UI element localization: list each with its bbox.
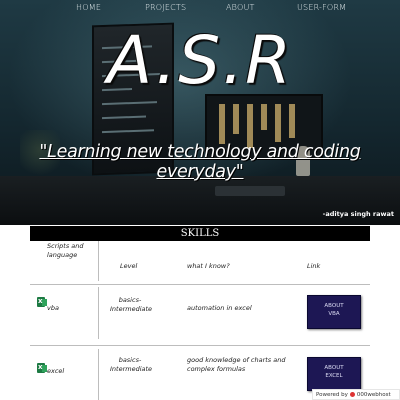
keyboard-image: [215, 186, 285, 196]
excel-icon: [37, 297, 47, 307]
skill-level: basics-Intermediate: [110, 296, 153, 313]
skills-table: Scripts and language Level what I know? …: [0, 241, 400, 400]
excel-icon: [37, 363, 47, 373]
hosting-badge[interactable]: Powered by 000webhost: [312, 389, 400, 400]
button-label: EXCEL: [325, 373, 343, 379]
skill-name: vba: [47, 304, 59, 312]
header-scripts: Scripts and language: [47, 242, 84, 259]
nav-home-link[interactable]: HOME: [76, 3, 101, 12]
hero-section: HOME PROJECTS ABOUT USER-FORM A.S.R "Lea…: [0, 0, 400, 225]
powered-by-label: Powered by: [316, 392, 348, 398]
top-nav: HOME PROJECTS ABOUT USER-FORM: [0, 0, 400, 16]
tagline: "Learning new technology and coding ever…: [39, 142, 361, 182]
nav-projects-link[interactable]: PROJECTS: [145, 3, 186, 12]
brand-label: 000webhost: [356, 392, 391, 398]
about-vba-button[interactable]: ABOUT VBA: [307, 295, 361, 329]
button-label: ABOUT: [324, 365, 344, 371]
divider: [30, 345, 370, 346]
button-label: ABOUT: [324, 303, 344, 309]
skill-name: excel: [47, 367, 65, 375]
webhost-logo-icon: [349, 392, 355, 397]
skills-banner: SKILLS: [30, 226, 370, 241]
about-excel-button[interactable]: ABOUT EXCEL: [307, 357, 361, 391]
skill-what: good knowledge of charts and complex for…: [187, 356, 286, 373]
skill-level: basics-Intermediate: [110, 356, 153, 373]
header-level: Level: [120, 262, 138, 270]
nav-user-form-link[interactable]: USER-FORM: [297, 3, 346, 12]
divider: [98, 241, 99, 281]
author-credit: -aditya singh rawat: [322, 210, 394, 218]
skill-what: automation in excel: [187, 304, 252, 312]
divider: [98, 349, 99, 400]
site-title: A.S.R: [106, 22, 294, 99]
nav-about-link[interactable]: ABOUT: [226, 3, 255, 12]
button-label: VBA: [328, 311, 340, 317]
divider: [30, 284, 370, 285]
header-link: Link: [307, 262, 321, 270]
header-what: what I know?: [187, 262, 230, 270]
divider: [98, 287, 99, 339]
